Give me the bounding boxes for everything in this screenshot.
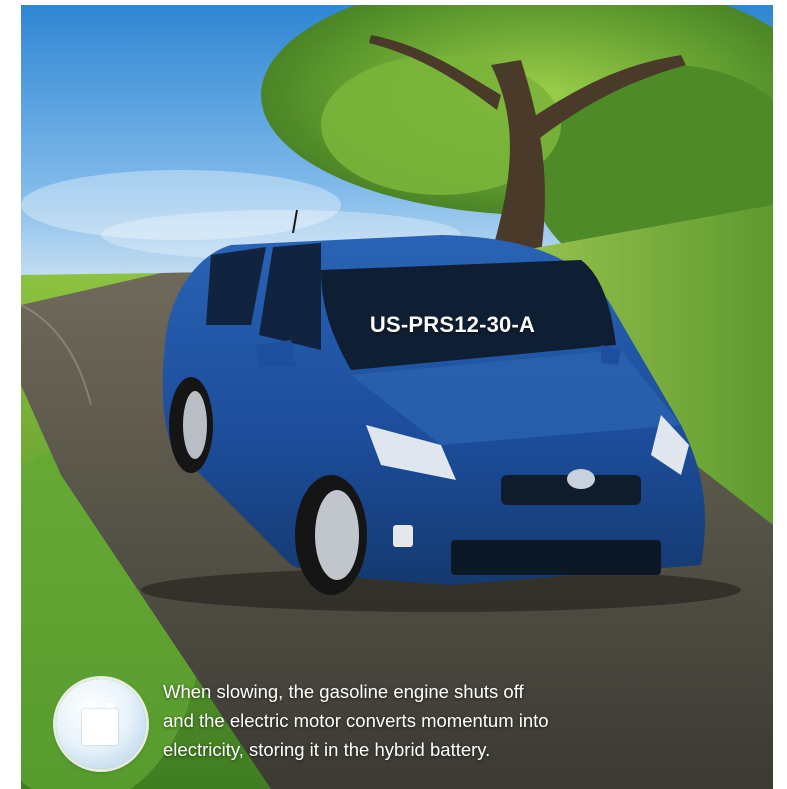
car-photo <box>21 5 773 789</box>
caption-line: When slowing, the gasoline engine shuts … <box>163 681 524 702</box>
caption-line: electricity, storing it in the hybrid ba… <box>163 739 491 760</box>
scene-illustration <box>21 5 773 789</box>
caption-text: When slowing, the gasoline engine shuts … <box>163 677 643 764</box>
battery-icon <box>82 703 118 745</box>
caption-line: and the electric motor converts momentum… <box>163 710 549 731</box>
windshield-plate-text: US-PRS12-30-A <box>369 312 536 337</box>
